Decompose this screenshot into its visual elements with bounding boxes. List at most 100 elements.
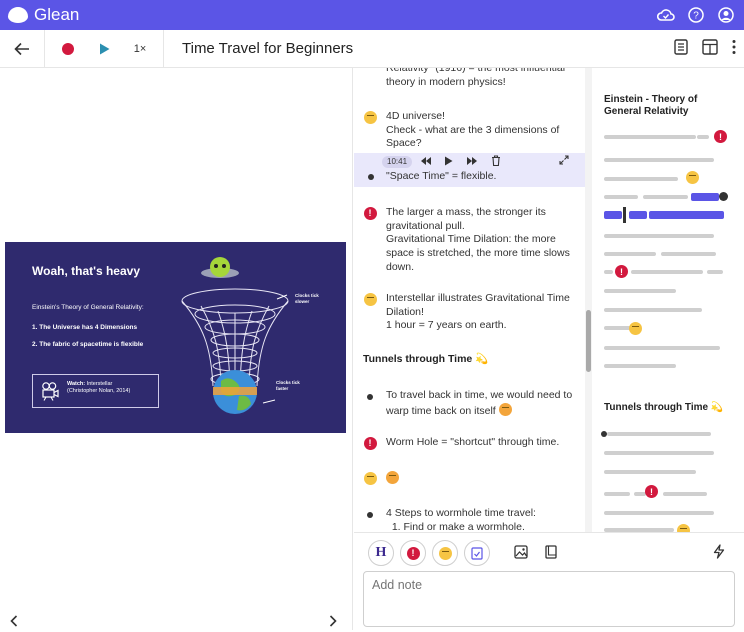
help-icon[interactable]: ? (686, 5, 706, 25)
bullet-icon (367, 394, 373, 400)
confused-button[interactable] (432, 540, 458, 566)
note-text: Relativity" (1916) = the most influentia… (386, 68, 566, 88)
glean-logo[interactable]: Glean (8, 5, 79, 25)
cloud-sync-icon[interactable] (656, 5, 676, 25)
wormhole-illustration (181, 257, 289, 414)
image-icon[interactable] (514, 545, 528, 564)
back-button[interactable] (0, 30, 44, 68)
section-heading: Tunnels through Time 💫 (363, 353, 488, 367)
note-item[interactable]: Interstellar illustrates Gravitational T… (354, 292, 585, 333)
layout-icon[interactable] (702, 39, 718, 60)
section-heading-text: Tunnels through Time (363, 353, 473, 365)
fast-forward-icon[interactable] (466, 156, 478, 166)
transcript-icon[interactable] (674, 39, 688, 60)
note-composer: H ! (354, 532, 744, 630)
dizzy-icon: 💫 (710, 402, 724, 413)
minimap-section-heading: Einstein - Theory of General Relativity (604, 94, 698, 117)
expand-icon[interactable] (559, 155, 569, 165)
slide-points: 1. The Universe has 4 Dimensions 2. The … (32, 324, 143, 358)
svg-text:?: ? (693, 11, 699, 22)
note-text-content: To travel back in time, we would need to… (386, 389, 573, 417)
bullet-icon (367, 512, 373, 518)
scrollbar-thumb[interactable] (586, 310, 591, 372)
chevron-right-icon (329, 615, 337, 627)
watch-label: Watch: (67, 381, 86, 387)
note-text: Worm Hole = "shortcut" through time. (386, 436, 560, 448)
slide-point: 2. The fabric of spacetime is flexible (32, 341, 144, 348)
notes-minimap[interactable]: Einstein - Theory of General Relativity … (593, 68, 744, 532)
important-icon: ! (714, 130, 727, 143)
active-note[interactable]: 10:41 "Space Time" = flexible. (354, 153, 585, 187)
clipboard-check-icon (471, 547, 483, 560)
important-icon: ! (615, 265, 628, 278)
next-slide-button[interactable] (329, 614, 337, 632)
arrow-left-icon (14, 42, 29, 55)
book-icon[interactable] (545, 545, 557, 564)
note-item[interactable]: 4 Steps to wormhole time travel: 1. Find… (354, 507, 585, 532)
app-name: Glean (34, 5, 80, 24)
note-text: 4D universe! Check - what are the 3 dime… (386, 110, 560, 150)
minimap-section-heading-text: Tunnels through Time (604, 402, 709, 413)
slide-subtitle: Einstein's Theory of General Relativity: (32, 304, 144, 311)
timeline-marker[interactable] (719, 192, 728, 201)
thinking-icon (363, 111, 377, 124)
thinking-icon (438, 546, 452, 560)
important-button[interactable]: ! (400, 540, 426, 566)
add-note-input[interactable] (363, 571, 735, 627)
page-title: Time Travel for Beginners (182, 40, 354, 57)
thinking-icon (686, 171, 699, 184)
playhead-icon[interactable] (623, 207, 626, 223)
minimap-section-heading: Tunnels through Time 💫 (604, 402, 739, 414)
important-icon: ! (363, 207, 377, 220)
important-icon: ! (645, 485, 658, 498)
heading-button[interactable]: H (368, 540, 394, 566)
watch-box: Watch: Interstellar (Christopher Nolan, … (32, 374, 159, 408)
dizzy-icon: 💫 (475, 353, 489, 365)
account-icon[interactable] (716, 5, 736, 25)
more-options-icon[interactable] (732, 39, 736, 60)
lightning-icon[interactable] (713, 544, 725, 564)
trash-icon[interactable] (491, 155, 501, 166)
slide-annotation-bottom: Clocks tick faster (276, 380, 300, 391)
thinking-icon (363, 293, 377, 306)
watch-credit: (Christopher Nolan, 2014) (67, 388, 131, 395)
playback-speed-button[interactable]: 1× (117, 30, 163, 68)
play-button[interactable] (91, 30, 117, 68)
chevron-left-icon (10, 615, 18, 627)
recording-toolbar: 1× Time Travel for Beginners (0, 29, 744, 68)
slide-viewer: Woah, that's heavy Einstein's Theory of … (0, 68, 353, 630)
note-item[interactable]: 4D universe! Check - what are the 3 dime… (354, 110, 585, 151)
note-text: 4 Steps to wormhole time travel: 1. Find… (386, 507, 536, 532)
note-timestamp[interactable]: 10:41 (382, 156, 413, 169)
notes-scrollbar[interactable] (585, 68, 592, 532)
task-button[interactable] (464, 540, 490, 566)
note-item[interactable]: To travel back in time, we would need to… (354, 389, 585, 418)
bullet-icon (368, 174, 374, 180)
rewind-icon[interactable] (420, 156, 432, 166)
thinking-icon (363, 472, 377, 485)
previous-slide-button[interactable] (10, 614, 18, 632)
note-text: "Space Time" = flexible. (386, 170, 497, 182)
film-camera-icon (42, 382, 59, 401)
note-text: To travel back in time, we would need to… (386, 389, 585, 418)
slide-annotation-top: Clocks tick slower (295, 293, 319, 304)
note-item[interactable]: ! Worm Hole = "shortcut" through time. (354, 436, 585, 450)
record-icon (62, 42, 74, 55)
dizzy-face-icon (386, 471, 399, 484)
note-text: The larger a mass, the stronger its grav… (386, 206, 570, 273)
important-icon: ! (406, 546, 420, 560)
presentation-slide: Woah, that's heavy Einstein's Theory of … (5, 242, 346, 433)
note-item[interactable] (354, 471, 585, 487)
record-button[interactable] (45, 30, 91, 68)
watch-title: Interstellar (86, 381, 113, 387)
thinking-icon (629, 322, 642, 335)
play-icon[interactable] (444, 156, 453, 166)
slide-point: 1. The Universe has 4 Dimensions (32, 324, 138, 331)
note-item[interactable]: Relativity" (1916) = the most influentia… (354, 68, 585, 89)
note-text: Interstellar illustrates Gravitational T… (386, 292, 570, 332)
app-header: Glean ? (0, 0, 744, 30)
slide-title: Woah, that's heavy (32, 264, 140, 278)
thinking-icon (677, 524, 690, 532)
logo-icon (8, 7, 28, 23)
note-item[interactable]: ! The larger a mass, the stronger its gr… (354, 206, 585, 274)
